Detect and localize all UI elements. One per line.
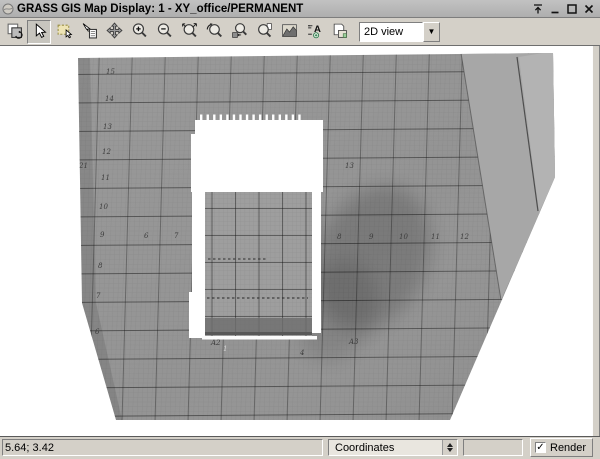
statusbar-mode-select[interactable]: Coordinates (328, 439, 458, 456)
display-map-icon (6, 22, 23, 42)
svg-text:12: 12 (460, 233, 469, 241)
svg-text:13: 13 (345, 162, 354, 170)
svg-text:6: 6 (144, 232, 149, 240)
profile-analyze-button[interactable] (277, 20, 301, 44)
photo-region: 15 14 13 12 21 11 10 9 8 7 6 6 7 8 9 10 11 12 13 A2 4 A3 1 (60, 46, 570, 431)
zoom-options-button[interactable] (252, 20, 276, 44)
zoom-previous-button[interactable] (202, 20, 226, 44)
statusbar: 5.64; 3.42 Coordinates ✓ Render (0, 436, 600, 459)
grass-map-display-window: GRASS GIS Map Display: 1 - XY_office/PER… (0, 0, 600, 459)
query-icon (81, 22, 98, 42)
spinner-arrows-icon[interactable] (442, 440, 457, 455)
render-checkbox[interactable]: ✓ Render (530, 438, 593, 457)
svg-text:21: 21 (78, 162, 88, 170)
graph-paper-photo: 15 14 13 12 21 11 10 9 8 7 6 6 7 8 9 10 11 12 13 A2 4 A3 1 (0, 46, 592, 436)
zoom-options-icon (256, 22, 273, 42)
svg-text:7: 7 (96, 292, 101, 300)
svg-text:A2: A2 (210, 339, 221, 347)
spinner-up-icon[interactable] (447, 443, 453, 447)
maximize-icon (566, 3, 578, 15)
select-region-icon (56, 22, 73, 42)
svg-text:10: 10 (99, 203, 108, 211)
progress-indicator (463, 439, 523, 456)
svg-text:A3: A3 (348, 338, 359, 346)
grass-app-icon (2, 3, 14, 15)
check-icon[interactable]: ✓ (535, 442, 546, 453)
svg-text:11: 11 (431, 233, 440, 241)
window-titlebar[interactable]: GRASS GIS Map Display: 1 - XY_office/PER… (0, 0, 600, 18)
pointer-icon (31, 22, 48, 42)
window-controls (531, 2, 600, 15)
svg-text:14: 14 (105, 95, 114, 103)
svg-text:8: 8 (337, 233, 342, 241)
spinner-down-icon[interactable] (447, 448, 453, 452)
zoom-to-selected-button[interactable] (177, 20, 201, 44)
window-close-button[interactable] (582, 2, 596, 15)
close-icon (583, 3, 595, 15)
svg-text:6: 6 (95, 328, 100, 336)
chevron-down-icon[interactable]: ▼ (423, 22, 440, 42)
pan-button[interactable] (102, 20, 126, 44)
svg-text:8: 8 (98, 262, 103, 270)
toolbar-buttons: A (2, 20, 352, 44)
svg-text:15: 15 (106, 68, 115, 76)
coordinate-readout: 5.64; 3.42 (2, 439, 323, 456)
window-shade-button[interactable] (531, 2, 545, 15)
map-canvas[interactable]: 15 14 13 12 21 11 10 9 8 7 6 6 7 8 9 10 11 12 13 A2 4 A3 1 (0, 46, 592, 436)
white-cutout-box (191, 115, 323, 193)
zoom-in-button[interactable] (127, 20, 151, 44)
export-display-button[interactable] (327, 20, 351, 44)
svg-text:9: 9 (369, 233, 374, 241)
zoom-out-icon (156, 22, 173, 42)
query-button[interactable] (77, 20, 101, 44)
window-minimize-button[interactable] (548, 2, 562, 15)
render-label: Render (550, 442, 586, 454)
add-text-icon: A (306, 22, 323, 42)
export-display-icon (331, 22, 348, 42)
svg-text:7: 7 (174, 232, 179, 240)
reference-card (189, 192, 321, 340)
svg-text:11: 11 (101, 174, 110, 182)
svg-text:13: 13 (103, 123, 112, 131)
minimize-icon (549, 3, 561, 15)
zoom-region-button[interactable] (227, 20, 251, 44)
window-right-border (592, 46, 600, 436)
pointer-button[interactable] (27, 20, 51, 44)
svg-text:9: 9 (100, 231, 105, 239)
display-map-button[interactable] (2, 20, 26, 44)
view-mode-select[interactable]: 2D view ▼ (359, 22, 440, 42)
zoom-out-button[interactable] (152, 20, 176, 44)
view-mode-value[interactable]: 2D view (359, 22, 423, 42)
svg-text:4: 4 (299, 349, 304, 357)
statusbar-mode-value: Coordinates (329, 442, 442, 454)
zoom-selected-icon (181, 22, 198, 42)
svg-text:12: 12 (102, 148, 111, 156)
svg-text:10: 10 (399, 233, 408, 241)
profile-icon (281, 22, 298, 42)
pan-icon (106, 22, 123, 42)
zoom-previous-icon (206, 22, 223, 42)
shade-icon (532, 3, 544, 15)
svg-text:1: 1 (223, 345, 227, 353)
window-title: GRASS GIS Map Display: 1 - XY_office/PER… (17, 3, 303, 15)
overlay-text-button[interactable]: A (302, 20, 326, 44)
select-region-button[interactable] (52, 20, 76, 44)
window-maximize-button[interactable] (565, 2, 579, 15)
zoom-back-icon (231, 22, 248, 42)
zoom-in-icon (131, 22, 148, 42)
map-toolbar: A 2D view ▼ (0, 18, 600, 46)
